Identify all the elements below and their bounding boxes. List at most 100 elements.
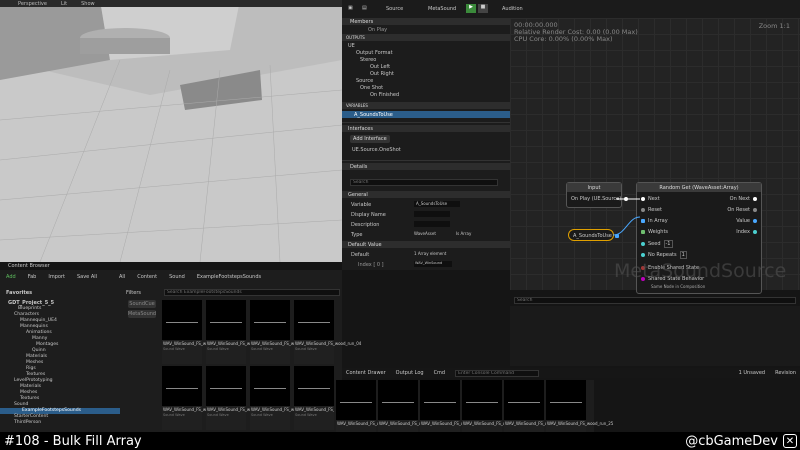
asset-tile[interactable]: WAV_WinSound_FS_wood_run_03 Sound Wave [250, 300, 317, 364]
cmd-dropdown[interactable]: Cmd [434, 370, 446, 376]
unsaved-indicator[interactable]: 1 Unsaved [739, 370, 765, 376]
filter-soundcue[interactable]: SoundCue [128, 300, 156, 308]
level-viewport[interactable]: Perspective Lit Show [0, 0, 342, 262]
save-all-button[interactable]: Save All [77, 274, 97, 280]
revision-control[interactable]: Revision [775, 370, 800, 376]
folder-mannequins[interactable]: Mannequins [0, 324, 120, 330]
interface-item[interactable]: UE.Source.OneShot [342, 146, 510, 153]
asset-tile[interactable]: WAV_WinSound_FS_wood_run_02 Sound Wave [206, 300, 273, 364]
add-interface-button[interactable]: Add Interface [350, 135, 390, 143]
stop-icon[interactable]: ■ [478, 4, 488, 13]
content-drawer-button[interactable]: Content Drawer [346, 370, 386, 376]
viewport-scene [0, 0, 342, 262]
fab-button[interactable]: Fab [28, 274, 37, 280]
output-log-button[interactable]: Output Log [396, 370, 424, 376]
asset-tile[interactable]: WAV_WinSound_FS_wood_run_17 Sound Wave [206, 366, 273, 430]
asset-tile[interactable]: WAV_WinSound_FS_wood_run_04 Sound Wave [294, 300, 361, 364]
outputs-section[interactable]: OUTPUTS [342, 34, 510, 41]
play-icon[interactable]: ▶ [466, 4, 476, 13]
index-label: Index [ 0 ] [358, 261, 384, 268]
metasound-toolbar: ▣ ▤ Source MetaSound ▶ ■ Audition [342, 0, 800, 18]
description-field[interactable] [414, 221, 450, 227]
members-panel: Members On Play OUTPUTS UE Output Format… [342, 18, 510, 122]
variable-name-field[interactable]: A_SoundsToUse [414, 201, 460, 207]
member-out-left[interactable]: Out Left [342, 63, 510, 70]
output-format-category[interactable]: Output Format [342, 49, 510, 56]
asset-tile[interactable]: WAV_WinSound_FS_wood_run_00 Sound Wave [162, 300, 229, 364]
stereo-category[interactable]: Stereo [342, 56, 510, 63]
asset-tile[interactable]: WAV_WinSound_FS_wood_run_18 Sound Wave [250, 366, 317, 430]
folder-materials[interactable]: Materials [0, 354, 120, 360]
filter-metasound[interactable]: MetaSound [128, 310, 156, 318]
folder-lp-materials[interactable]: Materials [0, 384, 120, 390]
folder-meshes[interactable]: Meshes [0, 360, 120, 366]
source-category[interactable]: Source [342, 77, 510, 84]
folder-mannequin-ue4[interactable]: Mannequin_UE4 [0, 318, 120, 324]
default-value-section[interactable]: Default Value [342, 241, 510, 248]
show-button[interactable]: Show [81, 1, 95, 7]
asset-tile[interactable]: WAV_WinSound_FS_wood_run_19 Sound Wave [294, 366, 361, 430]
general-section[interactable]: General [342, 191, 510, 198]
path-content[interactable]: Content [137, 274, 157, 280]
folder-characters[interactable]: Characters [0, 312, 120, 318]
folder-sound[interactable]: Sound [0, 402, 120, 408]
folder-levelprototyping[interactable]: LevelPrototyping [0, 378, 120, 384]
perspective-button[interactable]: Perspective [18, 1, 47, 7]
member-variable[interactable]: A_SoundsToUse [342, 111, 510, 118]
member-out-right[interactable]: Out Right [342, 70, 510, 77]
source-button[interactable]: Source [386, 6, 403, 12]
details-panel: Details General Variable A_SoundsToUse D… [342, 160, 510, 270]
metasound-graph[interactable]: 00:00:00.000 Relative Render Cost: 0.00 … [510, 18, 800, 304]
x-logo-icon: ✕ [783, 434, 797, 448]
folder-tree: Blueprints Characters Mannequin_UE4 Mann… [0, 306, 120, 432]
add-button[interactable]: Add [6, 274, 16, 280]
lit-button[interactable]: Lit [61, 1, 67, 7]
import-button[interactable]: Import [48, 274, 65, 280]
episode-title: #108 - Bulk Fill Array [4, 433, 142, 449]
folder-manny[interactable]: Manny [0, 336, 120, 342]
display-name-field[interactable] [414, 211, 450, 217]
folder-thirdperson[interactable]: ThirdPerson [0, 420, 120, 426]
variables-section[interactable]: VARIABLES [342, 102, 510, 109]
console-input[interactable] [455, 369, 540, 377]
folder-lp-meshes[interactable]: Meshes [0, 390, 120, 396]
save-icon[interactable]: ▣ [348, 5, 353, 11]
favorites-header[interactable]: Favorites [6, 290, 32, 296]
content-browser-tab[interactable]: Content Browser [0, 262, 342, 270]
browse-icon[interactable]: ▤ [362, 5, 367, 11]
path-folder[interactable]: ExampleFootstepsSounds [197, 274, 261, 280]
folder-quinn[interactable]: Quinn [0, 348, 120, 354]
path-sound[interactable]: Sound [169, 274, 185, 280]
path-all[interactable]: All [119, 274, 125, 280]
metasound-button[interactable]: MetaSound [428, 6, 456, 12]
channel-handle: @cbGameDev [685, 433, 778, 449]
details-search-input[interactable] [350, 179, 498, 186]
variable-label: Variable [351, 201, 372, 208]
folder-animations[interactable]: Animations [0, 330, 120, 336]
folder-blueprints[interactable]: Blueprints [0, 306, 120, 312]
index-value-field[interactable]: WAV_WinSound [414, 261, 452, 267]
asset-search-input[interactable] [164, 289, 340, 296]
graph-search-input[interactable] [514, 297, 796, 304]
folder-startercontent[interactable]: StarterContent [0, 414, 120, 420]
display-name-label: Display Name [351, 211, 386, 218]
folder-montages[interactable]: Montages [0, 342, 120, 348]
asset-tile[interactable]: WAV_WinSound_FS_wood_run_13 Sound Wave [162, 366, 229, 430]
is-array-checkbox[interactable]: Is Array [456, 231, 471, 237]
graph-watermark: MetaSoundSource [614, 260, 787, 282]
folder-footsteps[interactable]: ExampleFootstepsSounds [0, 408, 120, 414]
ue-category[interactable]: UE [342, 42, 510, 49]
default-label: Default [351, 251, 370, 258]
one-shot-category[interactable]: One Shot [342, 84, 510, 91]
member-on-play[interactable]: On Play [342, 26, 510, 33]
viewport-toolbar: Perspective Lit Show [0, 0, 342, 7]
member-on-finished[interactable]: On Finished [342, 91, 510, 98]
asset-drawer-row: WAV_WinSound_FS_wood_run_20 WAV_WinSound… [334, 380, 613, 444]
folder-textures[interactable]: Textures [0, 372, 120, 378]
video-banner: #108 - Bulk Fill Array @cbGameDev ✕ [0, 432, 800, 450]
folder-rigs[interactable]: Rigs [0, 366, 120, 372]
type-dropdown[interactable]: WaveAsset [414, 231, 436, 237]
interfaces-title: Interfaces [342, 125, 510, 132]
folder-lp-textures[interactable]: Textures [0, 396, 120, 402]
audition-dropdown[interactable]: Audition [502, 6, 523, 12]
